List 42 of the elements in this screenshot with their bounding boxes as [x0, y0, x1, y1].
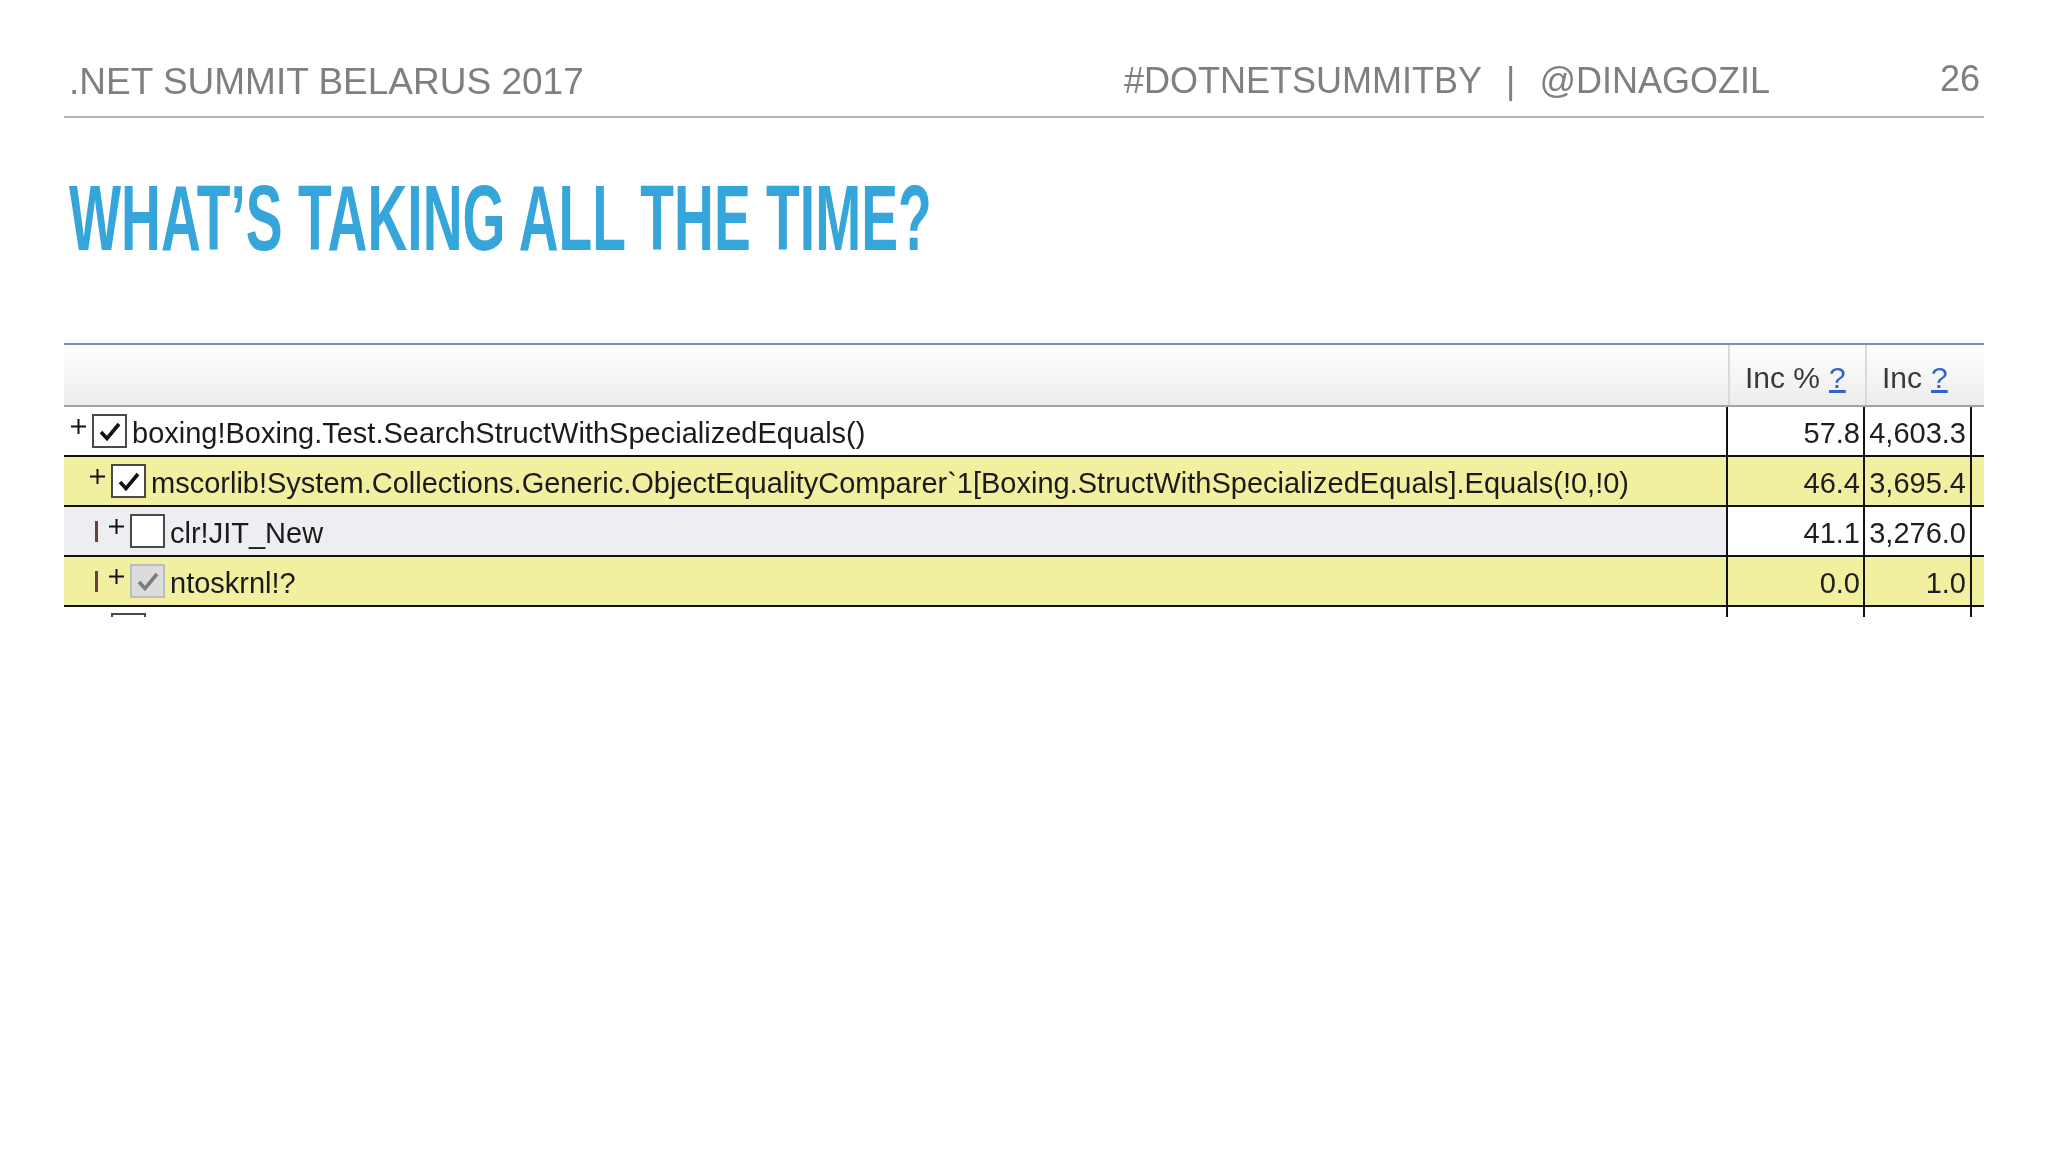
function-name: clr!JIT_New — [170, 515, 324, 550]
separator: | — [1506, 63, 1516, 99]
help-link[interactable]: ? — [1829, 361, 1846, 395]
column-header[interactable]: Inc ? — [1865, 345, 1972, 405]
function-name: boxing!Boxing.Test.SearchStructWithSpecializedEquals() — [132, 415, 866, 450]
tree-cell[interactable]: boxing!Boxing.Test.SearchStructWithSpecializedEquals() — [64, 407, 1728, 455]
table-cell: 3,276.0 — [1865, 507, 1972, 555]
hashtag: #DOTNETSUMMITBY — [1124, 63, 1482, 99]
checkbox[interactable] — [130, 514, 165, 548]
table-row[interactable]: mscorlib!System.Collections.Generic.ObjectEqualityComparer`1[Boxing.StructWithSpecializedEquals].Equals(!0,!0) 46.4 3,695.4 — [64, 457, 1984, 507]
tree-cell[interactable]: clr!JIT_New — [64, 507, 1728, 555]
table-cell: 57.8 — [1728, 407, 1865, 455]
plus-icon[interactable] — [71, 419, 86, 434]
checkbox[interactable] — [92, 414, 127, 448]
event-name: .NET SUMMIT BELARUS 2017 — [69, 63, 584, 100]
help-link[interactable]: ? — [1931, 361, 1948, 395]
checkbox[interactable] — [111, 613, 146, 617]
slide-title: WHAT’S TAKING ALL THE TIME? — [69, 172, 932, 264]
plus-icon[interactable] — [90, 469, 105, 484]
column-title: Inc % — [1745, 361, 1821, 395]
table-cell: 1.0 — [1865, 557, 1972, 605]
column-title: Inc — [1882, 361, 1923, 395]
page-number: 26 — [1939, 61, 1980, 97]
twitter-handle: @DINAGOZIL — [1539, 63, 1770, 99]
table-cell: 3,695.4 — [1865, 457, 1972, 505]
table-cell: 41.1 — [1728, 507, 1865, 555]
function-name: mscorlib!System.Collections.Generic.ObjectEqualityComparer`1[Boxing.StructWithSpecializedEquals].Equals(!0,!0) — [151, 465, 1629, 500]
checkmark-icon — [117, 471, 140, 491]
checkbox[interactable] — [111, 464, 146, 498]
tree-line — [95, 570, 98, 592]
checkmark-icon — [98, 421, 121, 441]
table-row[interactable]: boxing!Boxing.Test.SearchStructWithSpecializedEquals() 57.8 4,603.3 — [64, 407, 1984, 457]
table-row[interactable]: clr!JIT_New 41.1 3,276.0 — [64, 507, 1984, 557]
checkmark-icon — [136, 571, 159, 591]
column-header[interactable]: Inc % ? — [1728, 345, 1865, 405]
table-cell: 4,603.3 — [1865, 407, 1972, 455]
tree-line — [95, 520, 98, 542]
tree-cell[interactable]: mscorlib!System.Collections.Generic.ObjectEqualityComparer`1[Boxing.StructWithSpecializedEquals].Equals(!0,!0) — [64, 457, 1728, 505]
plus-icon[interactable] — [109, 519, 124, 534]
table-cell: 46.4 — [1728, 457, 1865, 505]
function-name: ntoskrnl!? — [170, 565, 296, 600]
table-cell: 0.0 — [1728, 557, 1865, 605]
